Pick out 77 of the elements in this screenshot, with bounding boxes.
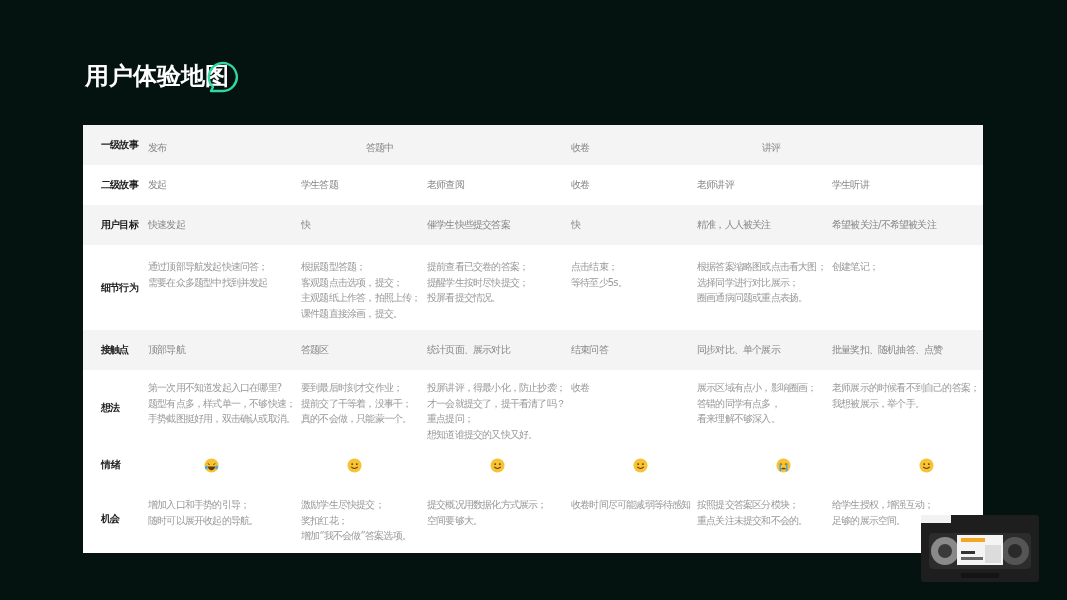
cell-text: 随时可以展开收起的导航。 (148, 513, 259, 528)
cell-text: 看来理解不够深入。 (697, 412, 780, 426)
cell-text: 重点提问； (427, 412, 473, 426)
table-cell-text: 收卷 (571, 178, 591, 192)
table-cell-text: 结束问答 (571, 343, 610, 357)
cell-text: 需要在众多题型中找到并发起 (148, 275, 268, 290)
table-cell-text: 学生答题 (301, 178, 339, 192)
table-cell-text: 同步对比、单个展示 (697, 343, 782, 357)
cell-text: 重点关注未提交和不会的。 (697, 513, 808, 528)
cell-text: 提醒学生按时尽快提交； (427, 275, 529, 290)
table-cell: 发布 (148, 141, 167, 153)
cell-text: 提前交了干等着，没事干； (301, 396, 412, 411)
table-cell-text: 老师查阅 (427, 178, 465, 192)
cell-text: 按照提交答案区分模块； (697, 498, 799, 512)
row-label: 二级故事 (100, 178, 140, 192)
cell-text: 收卷时间尽可能减弱等待感知 (571, 498, 691, 512)
table-cell-text: 催学生快些提交答案 (427, 218, 512, 232)
table-cell-text: 统计页面、展示对比 (427, 343, 512, 357)
cell-text: 提交概况用数据化方式展示； (427, 498, 547, 512)
cell-text: 真的不会做，只能蒙一个。 (301, 412, 412, 426)
crying-face-icon (776, 457, 791, 473)
cell-text: 通过顶部导航发起快速问答； (148, 260, 268, 274)
table-cell-text: 顶部导航 (148, 343, 187, 357)
row-label: 用户目标 (100, 218, 140, 232)
cell-text: 激励学生尽快提交； (301, 498, 384, 512)
cell-text: 展示区域有点小，影响圈画； (697, 381, 817, 395)
cell-text: 投屏讲评，得最小化，防止抄袭； (427, 381, 565, 395)
smiley-icon (919, 457, 934, 473)
table-cell-text: 希望被关注/不希望被关注 (832, 218, 938, 232)
cell-text: 点击结束； (571, 260, 617, 274)
cell-text: 奖扣红花； (301, 513, 347, 528)
cell-text: 收卷 (571, 381, 590, 395)
row-label: 细节行为 (100, 280, 140, 295)
table-cell-text: 发起 (148, 178, 168, 192)
cell-text: 答错的同学有点多， (697, 396, 780, 411)
table-cell-text: 学生听讲 (832, 178, 871, 192)
row-label: 一级故事 (100, 138, 140, 152)
cell-text: 课件题直接涂画，提交。 (301, 306, 403, 321)
cell-text: 创建笔记； (832, 260, 878, 274)
smiley-icon (633, 457, 648, 473)
cell-text: 增加“我不会做”答案选项。 (301, 529, 411, 543)
table-cell-text: 快 (571, 218, 582, 232)
cell-text: 才一会就提交了，提干看清了吗？ (427, 396, 565, 411)
cell-text: 给学生授权，增强互动； (832, 498, 934, 512)
laughing-face-icon (204, 457, 219, 473)
cell-text: 等待至少5s。 (571, 275, 627, 290)
cell-text: 我想被展示，举个手。 (832, 396, 924, 411)
row-label: 情绪 (99, 458, 122, 472)
table-cell: 收卷 (571, 141, 590, 153)
cell-text: 根据题型答题； (301, 260, 366, 274)
cell-text: 根据答案缩略图或点击看大图； (697, 260, 826, 274)
table-cell-text: 精准，人人被关注 (697, 218, 772, 232)
smiley-icon (347, 457, 362, 473)
cell-text: 提前查看已交卷的答案； (427, 260, 529, 274)
table-cell: 答题中 (366, 141, 394, 153)
row-label: 机会 (100, 512, 121, 526)
cell-text: 增加入口和手势的引导； (148, 498, 250, 512)
row-label: 想法 (100, 400, 121, 415)
cell-text: 投屏看提交情况。 (427, 291, 501, 305)
table-cell-text: 答题区 (301, 343, 330, 357)
cell-text: 主观题纸上作答，拍照上传； (301, 291, 421, 305)
table-cell-text: 批量奖扣、随机抽答、点赞 (832, 343, 944, 357)
cell-text: 足够的展示空间。 (832, 513, 906, 528)
cell-text: 想知道谁提交的又快又好。 (427, 427, 538, 442)
table-cell-text: 快 (301, 218, 312, 232)
cell-text: 老师展示的时候看不到自己的答案； (832, 381, 980, 395)
cell-text: 选择同学进行对比展示； (697, 275, 799, 290)
cell-text: 手势截图挺好用，双击确认或取消。 (148, 412, 296, 426)
cell-text: 客观题点击选项，提交； (301, 275, 403, 290)
cell-text: 空间要够大。 (427, 513, 483, 528)
row-label: 接触点 (100, 343, 130, 357)
table-cell-text: 快速发起 (148, 218, 186, 232)
table-cell: 讲评 (762, 141, 781, 153)
cell-text: 圈画通病问题或重点表扬。 (697, 291, 808, 305)
cell-text: 要到最后时刻才交作业； (301, 381, 403, 395)
table-cell-text: 老师讲评 (697, 178, 736, 192)
smiley-icon (490, 457, 505, 473)
